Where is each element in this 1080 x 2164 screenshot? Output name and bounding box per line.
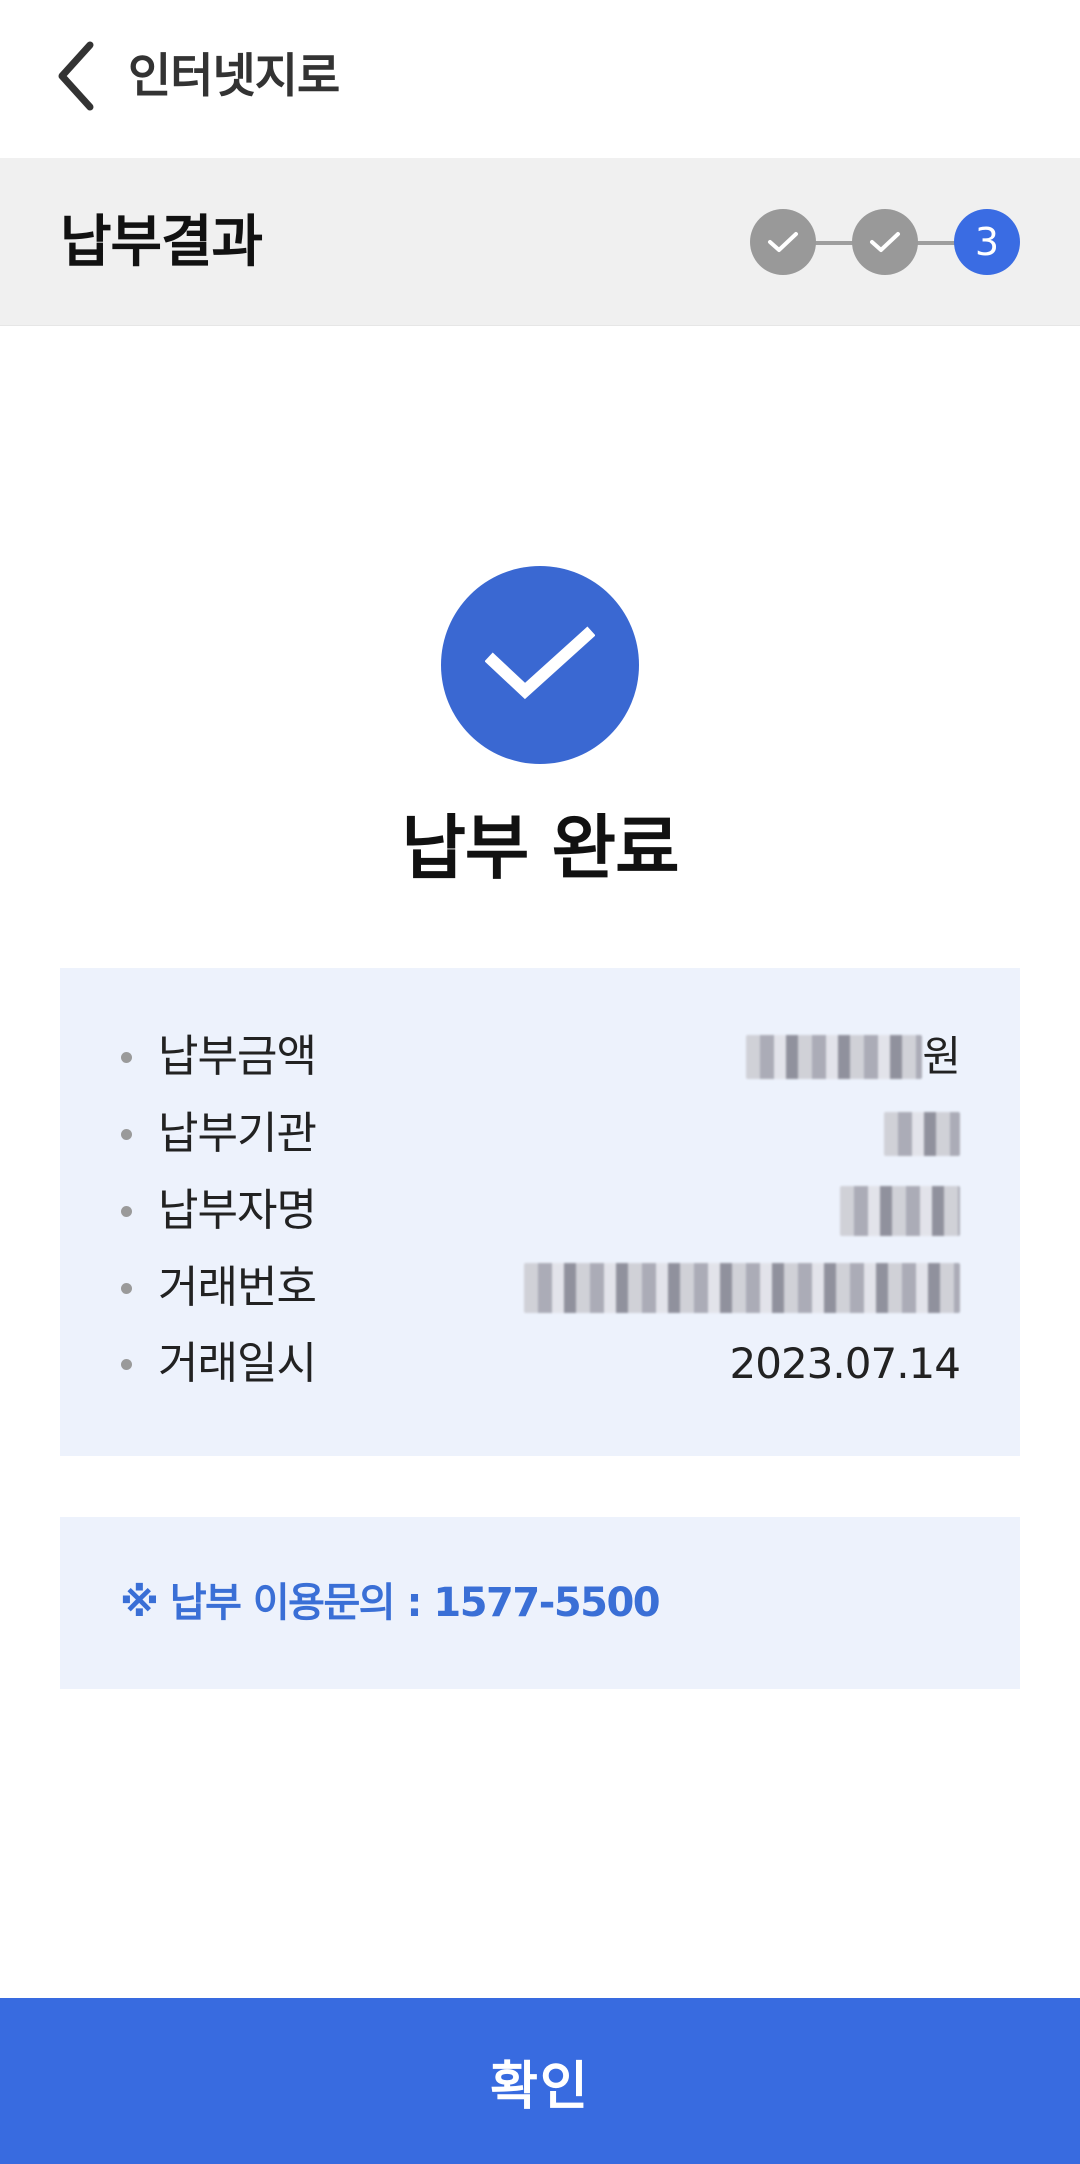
detail-row-payer: 납부자명: [60, 1181, 1020, 1241]
detail-label: 거래일시: [158, 1338, 317, 1389]
step-connector: [810, 241, 856, 245]
masked-value: [746, 1035, 923, 1079]
detail-label: 납부자명: [158, 1185, 317, 1236]
detail-label: 거래번호: [158, 1262, 317, 1313]
detail-value-transaction-date: 2023.07.14: [729, 1339, 961, 1388]
bullet: [121, 1359, 132, 1370]
masked-value: [840, 1186, 960, 1236]
result-title: 납부 완료: [401, 807, 680, 889]
payment-details: 납부금액 원 납부기관 납부자명 거래번호 거래일시 2023.07.14: [60, 968, 1020, 1456]
detail-row-transaction-number: 거래번호: [60, 1258, 1020, 1318]
bullet: [121, 1283, 132, 1294]
step-2-done: [852, 209, 918, 275]
masked-value: [884, 1112, 960, 1156]
detail-label: 납부기관: [158, 1108, 317, 1159]
detail-value-institution: [884, 1104, 960, 1164]
app-screen: 인터넷지로 납부결과 3 납부 완료 납부금액 원 납부기관 납부자명 거래번호…: [0, 0, 1080, 2164]
step-1-done: [750, 209, 816, 275]
check-icon: [485, 626, 595, 700]
check-icon: [870, 232, 900, 252]
step-3-label: 3: [974, 220, 1000, 264]
step-title: 납부결과: [60, 210, 263, 275]
detail-label: 납부금액: [158, 1031, 317, 1082]
chevron-left-icon: [58, 41, 94, 111]
top-header: 인터넷지로: [0, 0, 1080, 158]
detail-value-amount: 원: [746, 1027, 961, 1087]
detail-value-transaction-number: [524, 1258, 960, 1318]
step-3-current: 3: [954, 209, 1020, 275]
check-circle-icon: [441, 566, 639, 764]
check-icon: [768, 232, 798, 252]
detail-row-amount: 납부금액 원: [60, 1027, 1020, 1087]
amount-unit: 원: [922, 1032, 961, 1081]
step-connector: [912, 241, 958, 245]
masked-value: [524, 1263, 960, 1313]
back-button[interactable]: [44, 36, 108, 116]
contact-box: ※ 납부 이용문의 : 1577-5500: [60, 1517, 1020, 1689]
header-title: 인터넷지로: [128, 49, 340, 104]
bullet: [121, 1052, 132, 1063]
detail-row-institution: 납부기관: [60, 1104, 1020, 1164]
detail-row-transaction-date: 거래일시 2023.07.14: [60, 1334, 1020, 1394]
detail-value-payer: [840, 1181, 960, 1241]
confirm-button[interactable]: 확인: [0, 1998, 1080, 2164]
bullet: [121, 1129, 132, 1140]
contact-info: ※ 납부 이용문의 : 1577-5500: [120, 1580, 661, 1626]
bullet: [121, 1206, 132, 1217]
